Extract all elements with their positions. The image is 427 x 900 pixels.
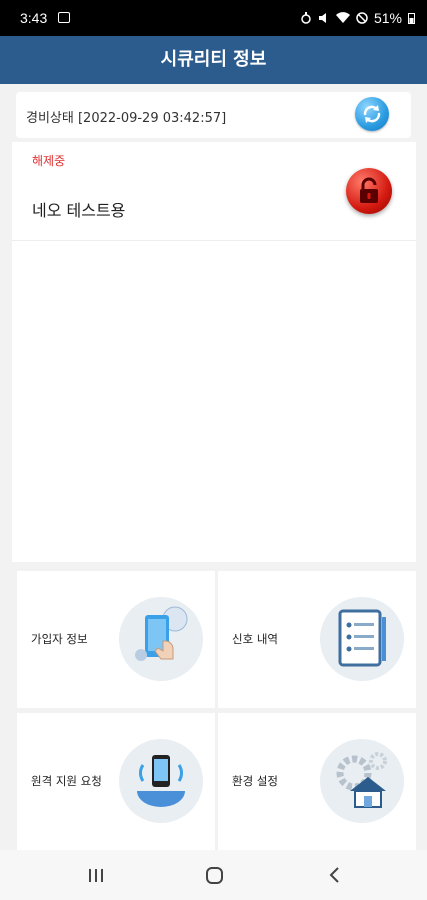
status-icons: 51% (300, 10, 415, 26)
site-status: 해제중 (32, 154, 66, 168)
refresh-icon (363, 105, 381, 123)
status-time: 3:43 (20, 10, 48, 26)
signal-history-label: 신호 내역 (232, 632, 278, 646)
lock-button[interactable] (346, 168, 392, 214)
page-title: 시큐리티 정보 (160, 49, 267, 70)
site-name: 네오 테스트용 (32, 201, 126, 220)
member-info-tile[interactable]: 가입자 정보 (17, 571, 215, 708)
remote-support-tile[interactable]: 원격 지원 요청 (17, 713, 215, 850)
system-nav-bar (0, 850, 427, 900)
back-icon (329, 867, 339, 883)
remote-support-label: 원격 지원 요청 (31, 774, 102, 788)
phone-signal-icon (119, 739, 203, 823)
lock-icon (360, 177, 378, 203)
status-bar: 3:43 51% (0, 0, 427, 36)
refresh-button[interactable] (355, 97, 389, 131)
home-button[interactable] (194, 862, 234, 888)
do-not-disturb-icon (356, 12, 368, 24)
recent-apps-button[interactable] (76, 862, 116, 888)
security-status-row: 경비상태 [2022-09-29 03:42:57] (16, 92, 411, 138)
home-icon (206, 867, 223, 884)
mute-icon (318, 13, 326, 23)
gallery-icon (58, 12, 70, 23)
battery-icon (408, 13, 415, 24)
signal-history-tile[interactable]: 신호 내역 (218, 571, 416, 708)
gear-house-icon (320, 739, 404, 823)
site-item[interactable]: 해제중 네오 테스트용 (12, 142, 416, 241)
security-status-label: 경비상태 [2022-09-29 03:42:57] (26, 111, 227, 126)
battery-percent: 51% (373, 10, 402, 26)
settings-label: 환경 설정 (232, 774, 278, 788)
notebook-list-icon (320, 597, 404, 681)
wifi-icon (335, 12, 350, 23)
member-info-label: 가입자 정보 (31, 632, 88, 646)
app-bar: 시큐리티 정보 (0, 36, 427, 84)
site-list: 해제중 네오 테스트용 (12, 142, 416, 562)
alarm-icon (301, 12, 311, 24)
back-button[interactable] (314, 862, 354, 888)
settings-tile[interactable]: 환경 설정 (218, 713, 416, 850)
menu-grid: 가입자 정보 신호 내역 원격 지원 요청 환경 설정 (12, 567, 416, 850)
phone-touch-icon (119, 597, 203, 681)
recent-apps-icon (89, 869, 103, 882)
